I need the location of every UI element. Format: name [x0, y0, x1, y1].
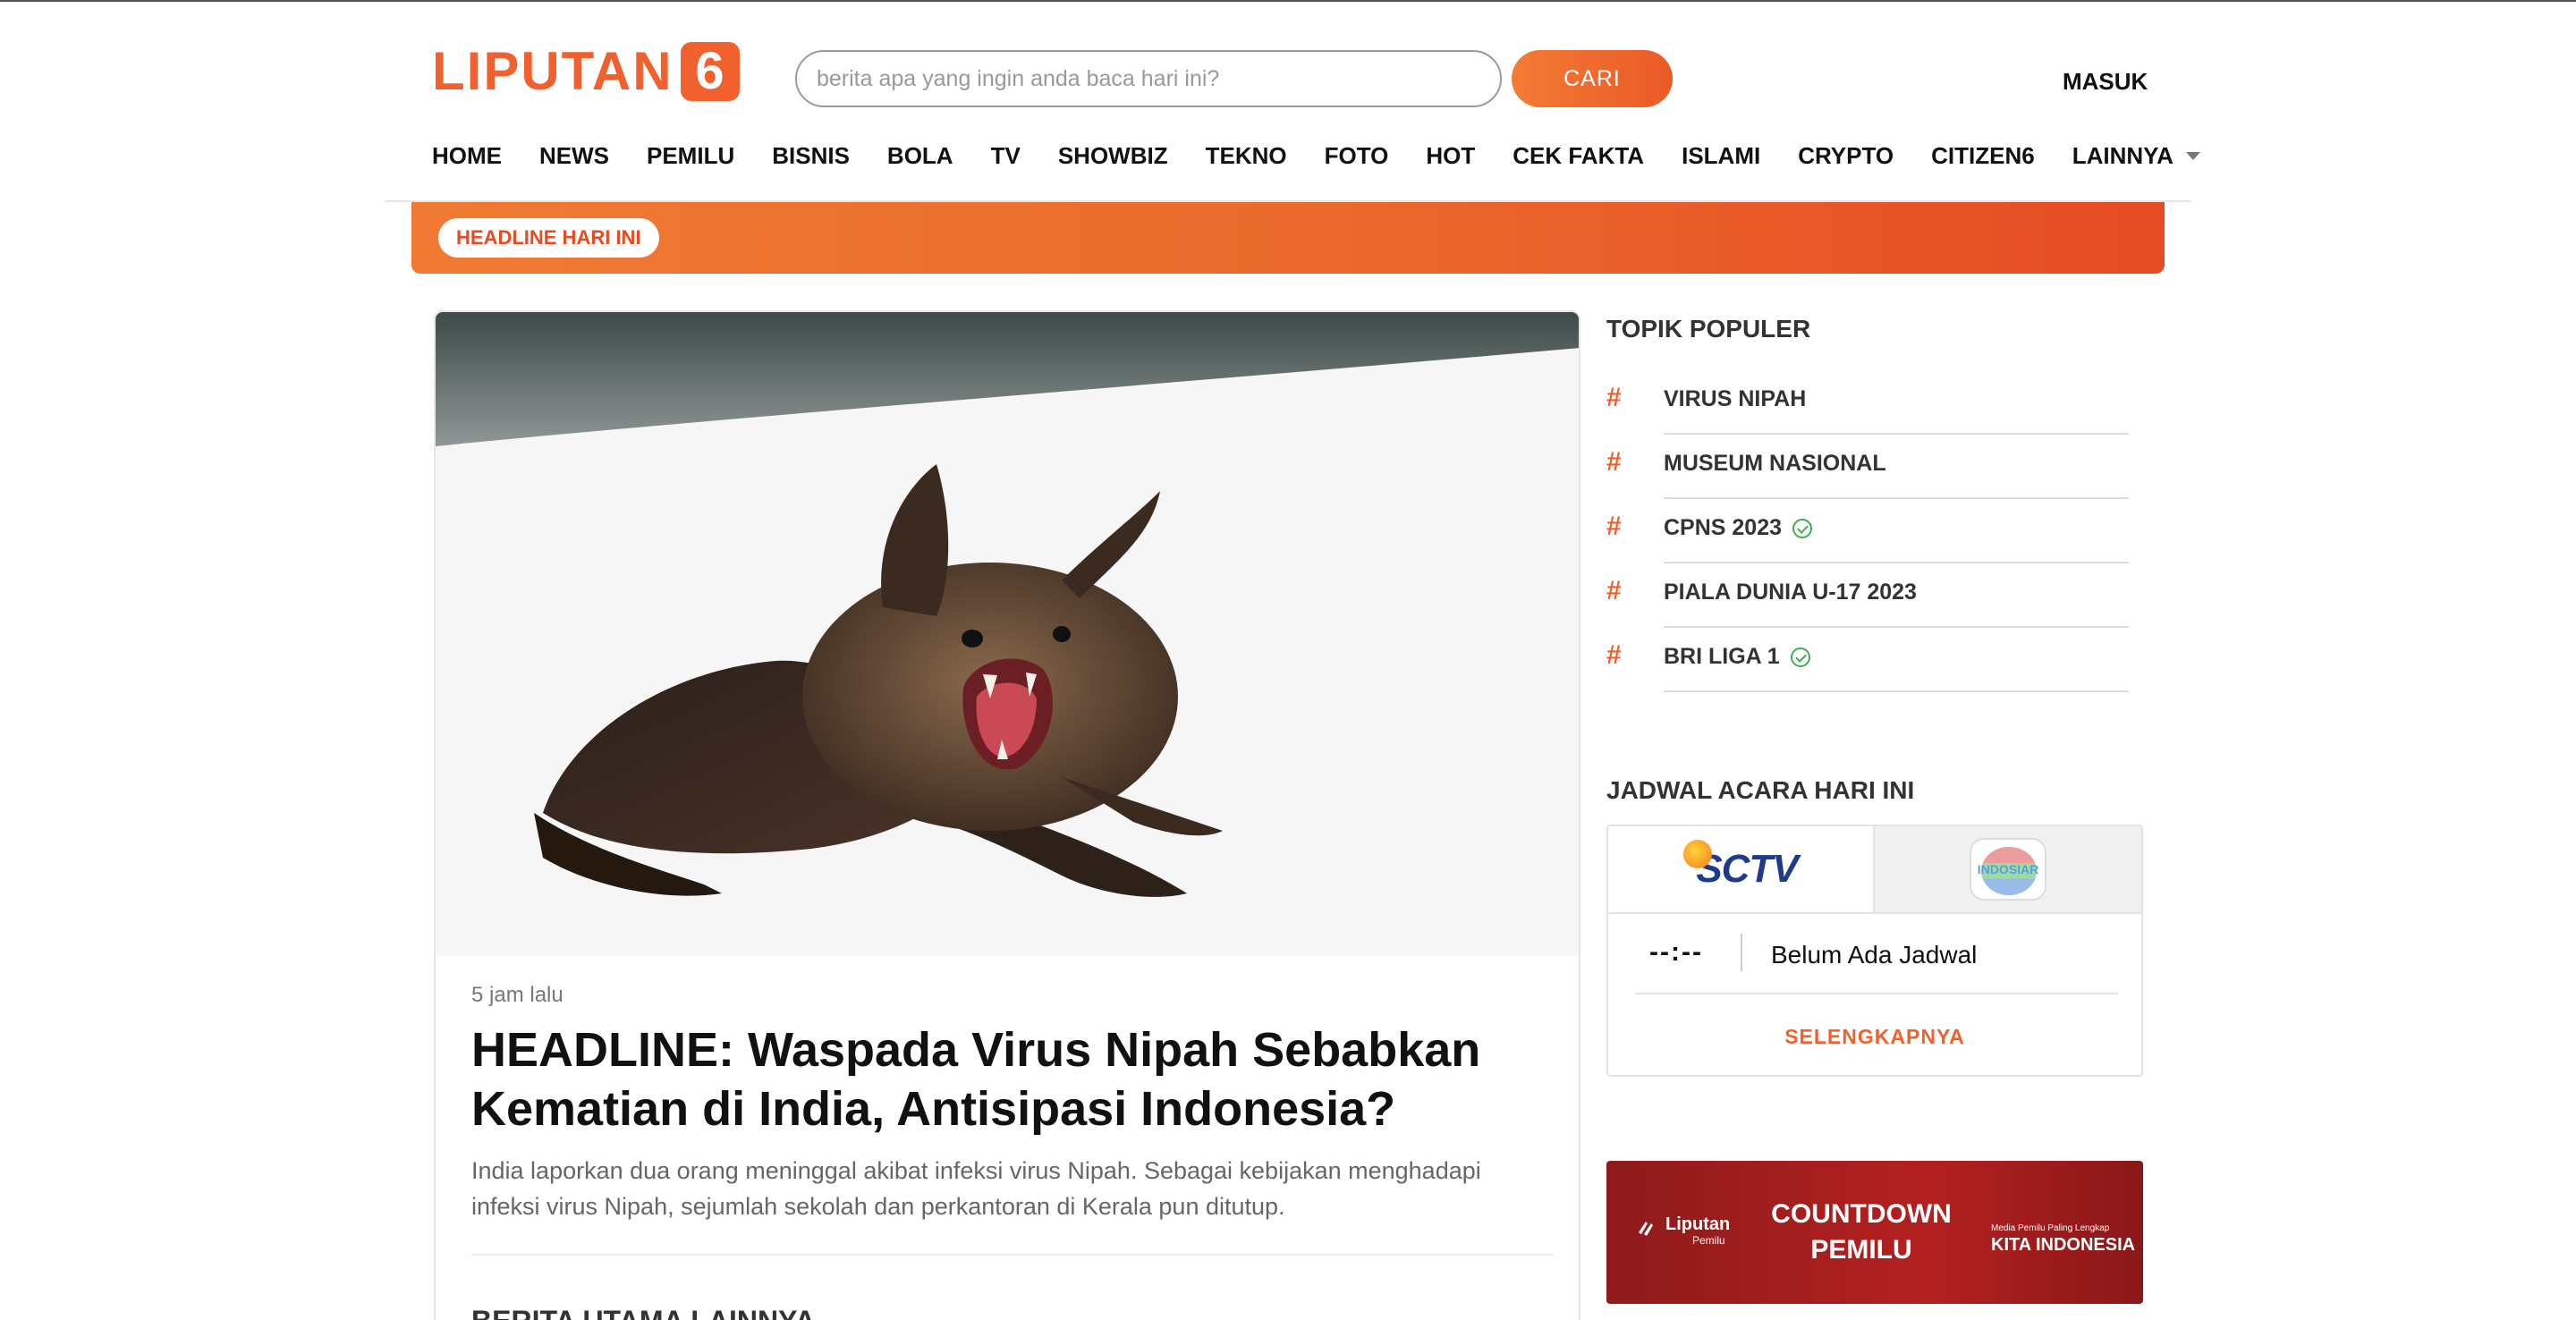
schedule-separator — [1741, 934, 1742, 971]
bat-photo — [436, 312, 1579, 956]
schedule-title: JADWAL ACARA HARI INI — [1606, 776, 1915, 804]
topic-label: BRI LIGA 1 — [1664, 644, 1810, 670]
schedule-time: --:-- — [1649, 937, 1703, 967]
schedule-more-link[interactable]: SELENGKAPNYA — [1608, 1025, 2141, 1049]
promo-tagline: Media Pemilu Paling Lengkap KITA INDONES… — [1991, 1223, 2136, 1255]
headline-bar: HEADLINE HARI INI — [411, 202, 2165, 274]
tab-indosiar[interactable]: INDOSIAR — [1875, 826, 2141, 912]
verified-check-icon — [1792, 518, 1813, 538]
verified-check-icon — [1790, 647, 1810, 667]
logo-number: 6 — [680, 42, 740, 101]
hash-icon: # — [1606, 512, 1622, 541]
tab-sctv[interactable]: SCTV — [1608, 826, 1875, 912]
nav-item-foto[interactable]: FOTO — [1325, 142, 1389, 170]
article-summary: India laporkan dua orang meninggal akiba… — [471, 1157, 1481, 1220]
topic-item[interactable]: # BRI LIGA 1 — [1606, 628, 2129, 692]
nav-item-cek-fakta[interactable]: CEK FAKTA — [1513, 142, 1644, 170]
headline-article-card[interactable]: 5 jam lalu HEADLINE: Waspada Virus Nipah… — [434, 310, 1580, 1320]
more-news-heading: BERITA UTAMA LAINNYA — [471, 1305, 816, 1320]
flag-bars-icon — [1639, 1222, 1653, 1236]
nav-item-bola[interactable]: BOLA — [887, 142, 953, 170]
promo-title: COUNTDOWN PEMILU — [1771, 1199, 1952, 1265]
nav-item-lainnya[interactable]: LAINNYA — [2072, 142, 2200, 170]
hash-icon: # — [1606, 447, 1622, 477]
indosiar-logo: INDOSIAR — [1970, 838, 2046, 901]
topic-label: MUSEUM NASIONAL — [1664, 451, 1886, 476]
hash-icon: # — [1606, 383, 1622, 412]
nav-item-showbiz[interactable]: SHOWBIZ — [1058, 142, 1168, 170]
topic-label: VIRUS NIPAH — [1664, 386, 1807, 411]
window-top-border — [0, 0, 2576, 2]
popular-topics-title: TOPIK POPULER — [1606, 315, 1811, 343]
nav-item-citizen6[interactable]: CITIZEN6 — [1931, 142, 2035, 170]
nav-item-hot[interactable]: HOT — [1426, 142, 1475, 170]
nav-item-tv[interactable]: TV — [991, 142, 1021, 170]
article-time: 5 jam lalu — [471, 983, 564, 1007]
promo-brand: Liputan Pemilu — [1665, 1214, 1731, 1247]
hash-icon: # — [1606, 640, 1622, 670]
nav-item-news[interactable]: NEWS — [539, 142, 609, 170]
logo-text: LIPUTAN — [432, 41, 674, 101]
countdown-pemilu-banner[interactable]: Liputan Pemilu COUNTDOWN PEMILU Media Pe… — [1606, 1161, 2143, 1304]
article-title[interactable]: HEADLINE: Waspada Virus Nipah Sebabkan K… — [471, 1020, 1545, 1138]
article-hero-image[interactable] — [436, 312, 1579, 956]
topic-item[interactable]: # VIRUS NIPAH — [1606, 370, 2129, 435]
login-link[interactable]: MASUK — [2063, 68, 2148, 96]
schedule-label: Belum Ada Jadwal — [1771, 941, 1978, 969]
card-divider — [471, 1254, 1554, 1256]
nav-item-tekno[interactable]: TEKNO — [1206, 142, 1287, 170]
channel-tabs: SCTV INDOSIAR — [1608, 826, 2141, 914]
nav-item-home[interactable]: HOME — [432, 142, 502, 170]
hash-icon: # — [1606, 576, 1622, 605]
topic-label: CPNS 2023 — [1664, 515, 1813, 541]
topic-label: PIALA DUNIA U-17 2023 — [1664, 580, 1917, 605]
nav-more-label: LAINNYA — [2072, 141, 2174, 169]
main-nav: HOME NEWS PEMILU BISNIS BOLA TV SHOWBIZ … — [432, 140, 2238, 172]
topic-item[interactable]: # MUSEUM NASIONAL — [1606, 435, 2129, 499]
nav-item-bisnis[interactable]: BISNIS — [772, 142, 850, 170]
topic-divider — [1664, 690, 2129, 692]
topic-item[interactable]: # PIALA DUNIA U-17 2023 — [1606, 563, 2129, 628]
chevron-down-icon — [2185, 151, 2200, 160]
nav-item-islami[interactable]: ISLAMI — [1682, 142, 1760, 170]
site-logo[interactable]: LIPUTAN 6 — [432, 41, 740, 102]
nav-item-crypto[interactable]: CRYPTO — [1798, 142, 1894, 170]
sctv-logo: SCTV — [1683, 840, 1799, 892]
topic-item[interactable]: # CPNS 2023 — [1606, 499, 2129, 563]
search-button[interactable]: CARI — [1512, 50, 1673, 107]
headline-chip[interactable]: HEADLINE HARI INI — [438, 218, 659, 258]
schedule-divider — [1635, 993, 2118, 994]
search-input[interactable] — [795, 50, 1502, 107]
nav-item-pemilu[interactable]: PEMILU — [647, 142, 734, 170]
schedule-widget: SCTV INDOSIAR --:-- Belum Ada Jadwal SEL… — [1606, 825, 2143, 1077]
